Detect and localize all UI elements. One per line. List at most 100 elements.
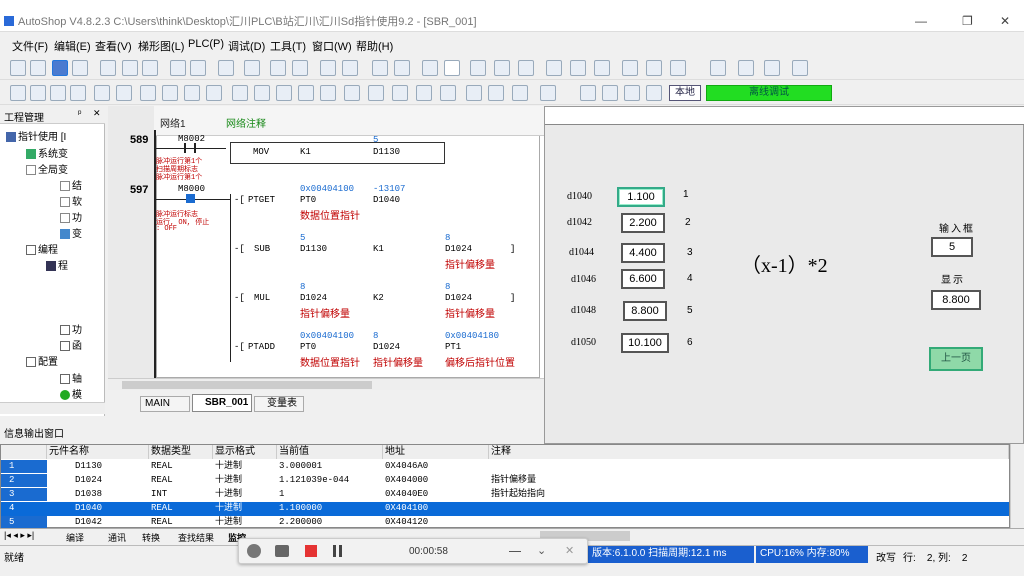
tree-item-soft[interactable]: 软: [60, 193, 82, 208]
tree-item-programming[interactable]: 编程: [26, 241, 58, 256]
minimize-button[interactable]: —: [915, 14, 927, 28]
line-icon[interactable]: [298, 85, 314, 101]
menu-debug[interactable]: 调试(D): [228, 38, 265, 54]
tab-main[interactable]: MAIN: [140, 396, 190, 412]
menu-plc[interactable]: PLC(P): [188, 38, 224, 50]
monitor-icon[interactable]: [320, 60, 336, 76]
column-header[interactable]: 地址: [383, 445, 489, 459]
copy-icon[interactable]: [142, 60, 158, 76]
monitor-edit-icon[interactable]: [342, 60, 358, 76]
cut-icon[interactable]: [122, 60, 138, 76]
coil-icon[interactable]: [488, 85, 504, 101]
contact-icon[interactable]: [440, 85, 456, 101]
lock-icon[interactable]: [710, 60, 726, 76]
contact-icon[interactable]: [368, 85, 384, 101]
tree-item-system-vars[interactable]: 系统变: [26, 145, 68, 160]
tab-convert[interactable]: 转换: [142, 531, 160, 544]
menu-help[interactable]: 帮助(H): [356, 38, 393, 54]
network-comment[interactable]: 网络注释: [226, 115, 266, 130]
import-icon[interactable]: [764, 60, 780, 76]
ladder-tool-icon[interactable]: [50, 85, 66, 101]
table-row[interactable]: 3 D1038 INT 十进制 1 0X4040E0 指针起始指向: [1, 488, 1009, 502]
print-icon[interactable]: [100, 60, 116, 76]
io-icon[interactable]: [622, 60, 638, 76]
tab-sbr-001[interactable]: SBR_001: [192, 394, 252, 412]
chevron-down-icon[interactable]: ⌄: [537, 544, 546, 557]
undo-icon[interactable]: [170, 60, 186, 76]
menu-tools[interactable]: 工具(T): [270, 38, 306, 54]
ladder-tool-icon[interactable]: [116, 85, 132, 101]
hmi-prev-page-button[interactable]: 上一页: [929, 347, 983, 371]
save-icon[interactable]: [52, 60, 68, 76]
open-icon[interactable]: [30, 60, 46, 76]
table-vscrollbar[interactable]: [1010, 444, 1024, 528]
pause-icon[interactable]: [333, 545, 336, 557]
line-icon[interactable]: [540, 85, 556, 101]
instruction-mul[interactable]: MUL: [254, 293, 270, 303]
hmi-value-field[interactable]: 6.600: [621, 269, 665, 289]
upload-icon[interactable]: [470, 60, 486, 76]
hmi-value-field[interactable]: 1.100: [617, 187, 665, 207]
redo-icon[interactable]: [190, 60, 206, 76]
line-icon[interactable]: [276, 85, 292, 101]
export-icon[interactable]: [738, 60, 754, 76]
table-row-selected[interactable]: 4 D1040 REAL 十进制 1.100000 0X404100: [1, 502, 1009, 516]
contact-icon[interactable]: [320, 85, 336, 101]
tree-item-project[interactable]: 指针使用 [I: [6, 128, 66, 143]
contact-icon[interactable]: [416, 85, 432, 101]
hmi-value-field[interactable]: 10.100: [621, 333, 669, 353]
ladder-tool-icon[interactable]: [30, 85, 46, 101]
tree-item-global-vars[interactable]: 全局变: [26, 161, 68, 176]
stop-record-icon[interactable]: [305, 545, 317, 557]
contact-icon[interactable]: [392, 85, 408, 101]
save-all-icon[interactable]: [72, 60, 88, 76]
instruction-ptget[interactable]: PTGET: [248, 195, 275, 205]
line-icon[interactable]: [232, 85, 248, 101]
minimize-icon[interactable]: [509, 551, 521, 552]
contact-m8002[interactable]: [184, 143, 186, 153]
arrow-up-icon[interactable]: [602, 85, 618, 101]
restore-button[interactable]: ❐: [962, 14, 973, 28]
contact-icon[interactable]: [162, 85, 178, 101]
menu-edit[interactable]: 编辑(E): [54, 38, 91, 54]
arrow-up-icon[interactable]: [624, 85, 640, 101]
check-icon[interactable]: [570, 60, 586, 76]
offline-debug-status[interactable]: 离线调试: [706, 85, 832, 101]
download2-icon[interactable]: [494, 60, 510, 76]
stop-icon[interactable]: [444, 60, 460, 76]
ladder-hscrollbar[interactable]: [108, 378, 544, 390]
page-icon[interactable]: [372, 60, 388, 76]
hmi-value-field[interactable]: 8.800: [623, 301, 667, 321]
line-icon[interactable]: [254, 85, 270, 101]
contact-m8000-on[interactable]: [186, 194, 195, 203]
tree-item-function-block[interactable]: 功: [60, 321, 82, 336]
tab-compile[interactable]: 编译: [66, 531, 84, 544]
column-header[interactable]: 元件名称: [47, 445, 149, 459]
contact-icon[interactable]: [184, 85, 200, 101]
coil-icon[interactable]: [466, 85, 482, 101]
tree-item-function[interactable]: 函: [60, 337, 82, 352]
tab-find-results[interactable]: 查找结果: [178, 531, 214, 544]
contact-icon[interactable]: [344, 85, 360, 101]
hmi-value-field[interactable]: 2.200: [621, 213, 665, 233]
ladder-tool-icon[interactable]: [70, 85, 86, 101]
scroll-thumb[interactable]: [122, 381, 372, 389]
menu-file[interactable]: 文件(F): [12, 38, 48, 54]
column-header[interactable]: 当前值: [277, 445, 383, 459]
table-row[interactable]: 2 D1024 REAL 十进制 1.121039e-044 0X404000 指针偏移量: [1, 474, 1009, 488]
camera-icon[interactable]: [275, 545, 289, 557]
contact-icon[interactable]: [140, 85, 156, 101]
arrow-down-icon[interactable]: [646, 85, 662, 101]
tree-item-struct[interactable]: 结: [60, 177, 82, 192]
compare-icon[interactable]: [518, 60, 534, 76]
coil-icon[interactable]: [512, 85, 528, 101]
tree-item-config[interactable]: 配置: [26, 353, 58, 368]
io2-icon[interactable]: [646, 60, 662, 76]
close-icon[interactable]: ✕: [565, 544, 574, 557]
search-icon[interactable]: [244, 60, 260, 76]
ladder-tool-icon[interactable]: [94, 85, 110, 101]
contact-icon[interactable]: [206, 85, 222, 101]
project-scrollbar[interactable]: [0, 402, 105, 414]
layout-icon[interactable]: [792, 60, 808, 76]
hmi-value-field[interactable]: 4.400: [621, 243, 665, 263]
